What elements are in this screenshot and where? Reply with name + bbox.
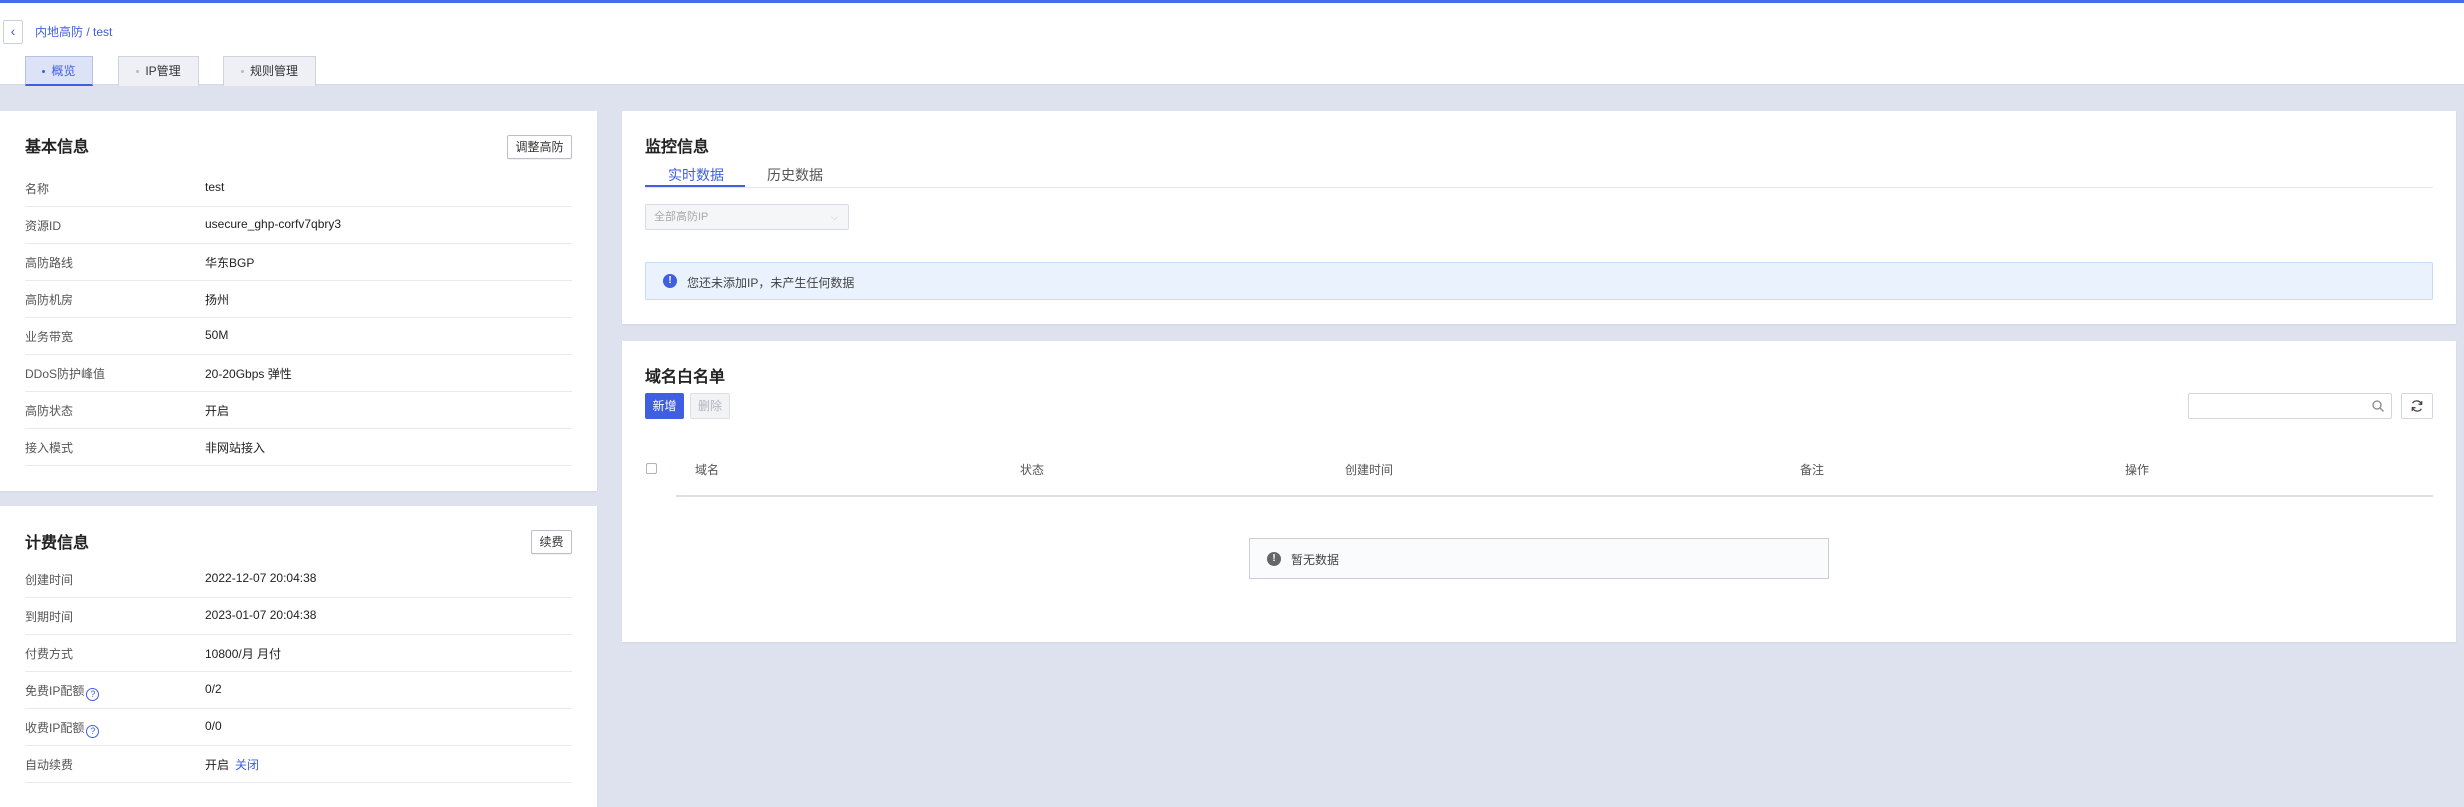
basic-info-title: 基本信息 — [25, 139, 90, 156]
delete-button[interactable]: 删除 — [690, 393, 730, 419]
info-row-created: 创建时间 2022-12-07 20:04:38 — [25, 561, 572, 598]
domain-whitelist-card: 域名白名单 — [622, 341, 2456, 642]
help-icon[interactable]: ? — [86, 688, 100, 701]
renew-button[interactable]: 续费 — [531, 530, 572, 554]
info-row-free-ip-quota: 免费IP配额? 0/2 — [25, 672, 572, 709]
refresh-icon — [2411, 400, 2423, 412]
no-ip-notice: ! 您还未添加IP，未产生任何数据 — [645, 262, 2433, 300]
tab-rule-management[interactable]: 规则管理 — [223, 56, 316, 86]
whitelist-title: 域名白名单 — [645, 369, 726, 386]
tab-ip-management[interactable]: IP管理 — [118, 56, 199, 86]
help-icon[interactable]: ? — [86, 725, 100, 738]
chevron-down-icon: ⌵ — [831, 212, 838, 222]
subtab-divider — [645, 187, 2433, 188]
empty-state: ! 暂无数据 — [1249, 538, 1829, 579]
adjust-protection-button[interactable]: 调整高防 — [507, 135, 572, 159]
alert-icon: ! — [1267, 552, 1281, 566]
info-row-bandwidth: 业务带宽 50M — [25, 318, 572, 355]
info-icon: ! — [663, 274, 677, 288]
column-header-created[interactable]: 创建时间 — [1345, 461, 1393, 478]
tab-history-data[interactable]: 历史数据 — [767, 165, 823, 185]
billing-info-card: 计费信息 续费 创建时间 2022-12-07 20:04:38 到期时间 2023… — [0, 506, 597, 807]
disable-auto-renew-link[interactable]: 关闭 — [235, 758, 259, 772]
tab-realtime-data[interactable]: 实时数据 — [668, 165, 724, 185]
basic-info-card: 基本信息 调整高防 名称 test 资源ID usecure_ghp-corfv7q… — [0, 111, 597, 491]
search-icon — [2372, 400, 2384, 412]
info-row-auto-renew: 自动续费 开启 关闭 — [25, 746, 572, 783]
page-header: ‹ 内地高防 / test 概览 IP管理 规则管理 — [0, 3, 2464, 86]
select-all-checkbox[interactable] — [646, 463, 657, 474]
active-subtab-indicator — [645, 185, 745, 187]
search-input[interactable] — [2188, 393, 2392, 419]
info-row-resource-id: 资源ID usecure_ghp-corfv7qbry3 — [25, 207, 572, 244]
billing-info-title: 计费信息 — [25, 535, 90, 552]
info-row-status: 高防状态 开启 — [25, 392, 572, 429]
add-button[interactable]: 新增 — [645, 393, 684, 419]
info-row-route: 高防路线 华东BGP — [25, 244, 572, 281]
info-row-payment: 付费方式 10800/月 月付 — [25, 635, 572, 672]
breadcrumb[interactable]: 内地高防 / test — [35, 23, 112, 40]
info-row-ddos-peak: DDoS防护峰值 20-20Gbps 弹性 — [25, 355, 572, 392]
chevron-left-icon: ‹ — [10, 23, 16, 39]
info-row-name: 名称 test — [25, 170, 572, 207]
column-header-status[interactable]: 状态 — [1020, 461, 1044, 478]
refresh-button[interactable] — [2401, 393, 2433, 419]
column-header-actions: 操作 — [2125, 463, 2150, 477]
info-row-access-mode: 接入模式 非网站接入 — [25, 429, 572, 466]
table-header-divider — [676, 495, 2433, 497]
monitor-title: 监控信息 — [645, 139, 710, 156]
ip-select[interactable]: 全部高防IP ⌵ — [645, 204, 849, 230]
column-header-domain[interactable]: 域名 — [695, 461, 719, 478]
info-row-paid-ip-quota: 收费IP配额? 0/0 — [25, 709, 572, 746]
info-row-datacenter: 高防机房 扬州 — [25, 281, 572, 318]
info-row-expires: 到期时间 2023-01-07 20:04:38 — [25, 598, 572, 635]
column-header-remark[interactable]: 备注 — [1800, 461, 1824, 478]
back-button[interactable]: ‹ — [3, 20, 23, 44]
tab-overview[interactable]: 概览 — [25, 56, 93, 86]
